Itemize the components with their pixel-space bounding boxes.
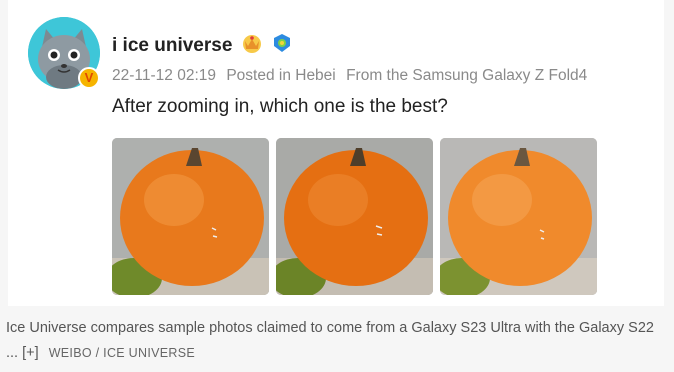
weibo-post-card: V i ice universe 22-11-12 02:19 Posted i… xyxy=(8,0,664,306)
blue-verified-icon[interactable] xyxy=(272,33,292,53)
article-caption: Ice Universe compares sample photos clai… xyxy=(6,316,668,366)
photo-credit: WEIBO / ICE UNIVERSE xyxy=(48,346,195,360)
expand-caption-link[interactable]: [+] xyxy=(22,345,39,361)
pumpkin-photo-3[interactable] xyxy=(440,138,597,295)
crown-badge-icon[interactable] xyxy=(241,32,263,54)
username[interactable]: i ice universe xyxy=(112,35,232,57)
post-text: After zooming in, which one is the best? xyxy=(112,96,448,117)
post-timestamp: 22-11-12 02:19 xyxy=(112,67,216,84)
pumpkin-photo-1[interactable] xyxy=(112,138,269,295)
post-location: Posted in Hebei xyxy=(226,67,336,84)
pumpkin-photo-2[interactable] xyxy=(276,138,433,295)
post-meta: 22-11-12 02:19 Posted in Hebei From the … xyxy=(112,67,593,85)
verified-v-icon: V xyxy=(78,67,100,89)
avatar[interactable]: V xyxy=(28,17,100,89)
post-device: From the Samsung Galaxy Z Fold4 xyxy=(346,67,588,84)
